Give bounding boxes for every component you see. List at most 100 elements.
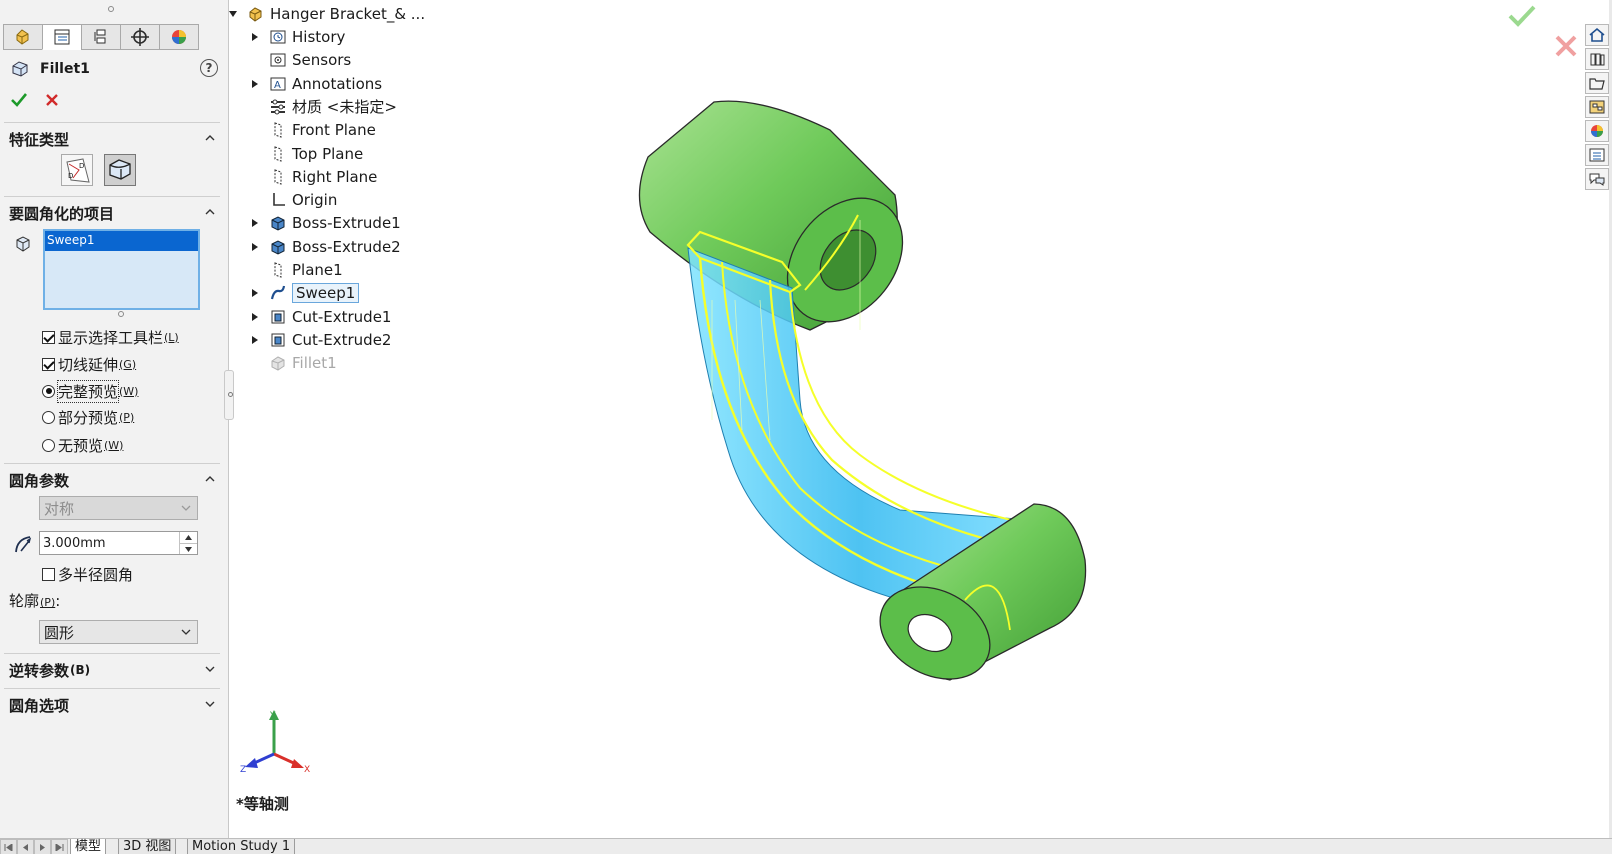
panel-grip-icon[interactable] <box>108 6 114 12</box>
tree-label: Cut-Extrude1 <box>292 307 392 326</box>
checkbox-box[interactable] <box>42 567 55 581</box>
section-setback-parameters-label: 逆转参数 <box>9 661 70 680</box>
option-mnemonic: (W) <box>119 384 139 398</box>
task-pane-file-explorer-button[interactable] <box>1585 72 1609 94</box>
task-pane-appearances-button[interactable] <box>1585 120 1609 142</box>
tree-item-origin[interactable]: Origin <box>251 189 337 211</box>
tab-next-button[interactable] <box>34 839 51 854</box>
tab-prev-button[interactable] <box>17 839 34 854</box>
section-fillet-options[interactable]: 圆角选项 <box>9 694 218 716</box>
tree-item-cut-extrude1[interactable]: Cut-Extrude1 <box>251 306 391 328</box>
expand-triangle-icon[interactable] <box>251 79 259 88</box>
manual-fillet-icon: DD <box>66 158 90 183</box>
tree-item-cut-extrude2[interactable]: Cut-Extrude2 <box>251 329 391 351</box>
tab-motion-study-1[interactable]: Motion Study 1 <box>187 839 296 854</box>
cancel-button[interactable] <box>42 90 62 110</box>
section-divider <box>4 653 220 654</box>
checkbox-box[interactable] <box>42 330 55 344</box>
tree-item-sensors[interactable]: Sensors <box>251 49 351 71</box>
view-orientation-label: *等轴测 <box>236 795 289 813</box>
section-items-to-fillet[interactable]: 要圆角化的项目 <box>9 202 218 224</box>
tab-feature-manager[interactable] <box>3 24 43 50</box>
expand-triangle-icon[interactable] <box>251 312 259 321</box>
fillet-method-dropdown[interactable]: 对称 <box>39 496 198 520</box>
items-to-fillet-listbox[interactable]: Sweep1 <box>43 229 200 310</box>
tree-item-fillet1[interactable]: Fillet1 <box>251 352 337 374</box>
chevron-up-icon[interactable] <box>204 473 216 485</box>
ok-button[interactable] <box>9 90 29 110</box>
tab-3d-views[interactable]: 3D 视图 <box>118 839 177 854</box>
task-pane-forum-button[interactable] <box>1585 168 1609 190</box>
tree-root-part[interactable]: Hanger Bracket_& ... <box>229 3 425 25</box>
multi-radius-fillet-checkbox[interactable]: 多半径圆角 <box>42 564 133 584</box>
tree-item-history[interactable]: History <box>251 26 345 48</box>
tab-last-button[interactable] <box>51 839 68 854</box>
tab-first-button[interactable] <box>0 839 17 854</box>
tree-item-plane1[interactable]: Plane1 <box>251 259 343 281</box>
full-preview-radio[interactable]: 完整预览 (W) <box>42 379 139 403</box>
task-pane-view-palette-button[interactable] <box>1585 96 1609 118</box>
selected-item-sweep1[interactable]: Sweep1 <box>45 231 198 251</box>
radio-circle[interactable] <box>42 438 55 452</box>
tree-label: Plane1 <box>292 261 343 279</box>
tree-item-boss-extrude2[interactable]: Boss-Extrude2 <box>251 236 401 258</box>
view-triad[interactable]: Y X Z <box>238 708 312 778</box>
section-feature-type[interactable]: 特征类型 <box>9 128 218 150</box>
radius-input[interactable]: 3.000mm <box>39 531 198 555</box>
confirmation-ok-icon[interactable] <box>1507 4 1537 28</box>
expand-triangle-icon[interactable] <box>251 335 259 344</box>
tree-item-front-plane[interactable]: Front Plane <box>251 119 376 141</box>
listbox-resize-grip[interactable] <box>118 311 124 317</box>
tab-dimxpert-manager[interactable] <box>120 24 160 50</box>
task-pane-home-button[interactable] <box>1585 24 1609 46</box>
tangent-propagation-checkbox[interactable]: 切线延伸 (G) <box>42 354 136 374</box>
tab-property-manager[interactable] <box>42 24 82 50</box>
chevron-up-icon[interactable] <box>204 206 216 218</box>
tree-item-[interactable]: 材质 <未指定> <box>251 96 397 118</box>
manual-fillet-button[interactable]: DD <box>61 154 93 186</box>
profile-value: 圆形 <box>44 623 75 642</box>
no-preview-radio[interactable]: 无预览 (W) <box>42 435 123 455</box>
tree-item-top-plane[interactable]: Top Plane <box>251 143 363 165</box>
profile-dropdown[interactable]: 圆形 <box>39 620 198 644</box>
help-icon[interactable]: ? <box>200 59 218 77</box>
radius-spinner[interactable] <box>179 532 197 554</box>
svg-text:D: D <box>68 172 73 180</box>
tree-item-sweep1[interactable]: Sweep1 <box>251 282 360 304</box>
expand-triangle-icon[interactable] <box>251 242 259 251</box>
spin-up-button[interactable] <box>180 532 197 543</box>
tree-item-right-plane[interactable]: Right Plane <box>251 166 377 188</box>
task-pane-design-library-button[interactable] <box>1585 48 1609 70</box>
section-items-to-fillet-label: 要圆角化的项目 <box>9 204 115 223</box>
confirmation-cancel-icon[interactable] <box>1553 33 1579 59</box>
show-selection-toolbar-checkbox[interactable]: 显示选择工具栏 (L) <box>42 327 179 347</box>
task-pane-custom-properties-button[interactable] <box>1585 144 1609 166</box>
sensors-icon <box>270 53 286 67</box>
triad-y-label: Y <box>269 711 276 721</box>
chevron-down-icon[interactable] <box>204 698 216 710</box>
tree-item-boss-extrude1[interactable]: Boss-Extrude1 <box>251 212 401 234</box>
expand-triangle-icon[interactable] <box>251 219 259 228</box>
expand-triangle-icon[interactable] <box>251 289 259 298</box>
fillet-xpert-button[interactable] <box>104 154 136 186</box>
tab-display-manager[interactable] <box>159 24 199 50</box>
collapse-triangle-icon[interactable] <box>229 10 237 18</box>
radius-icon <box>15 536 32 553</box>
tree-item-annotations[interactable]: A Annotations <box>251 73 382 95</box>
radio-circle[interactable] <box>42 410 55 424</box>
checkbox-box[interactable] <box>42 357 55 371</box>
section-fillet-parameters[interactable]: 圆角参数 <box>9 469 218 491</box>
partial-preview-radio[interactable]: 部分预览 (P) <box>42 407 134 427</box>
radio-circle[interactable] <box>42 384 55 398</box>
spin-down-button[interactable] <box>180 543 197 554</box>
section-setback-parameters[interactable]: 逆转参数 (B) <box>9 659 218 681</box>
tab-model[interactable]: 模型 <box>70 839 107 854</box>
custom-properties-icon <box>1589 148 1605 162</box>
chevron-up-icon[interactable] <box>204 132 216 144</box>
expand-triangle-icon[interactable] <box>251 33 259 41</box>
manager-tabs <box>3 24 227 50</box>
option-mnemonic: (W) <box>104 438 124 452</box>
feature-tree-flyout: Hanger Bracket_& ... History Sensors A Anno… <box>229 0 449 380</box>
chevron-down-icon[interactable] <box>204 663 216 675</box>
tab-configuration-manager[interactable] <box>81 24 121 50</box>
